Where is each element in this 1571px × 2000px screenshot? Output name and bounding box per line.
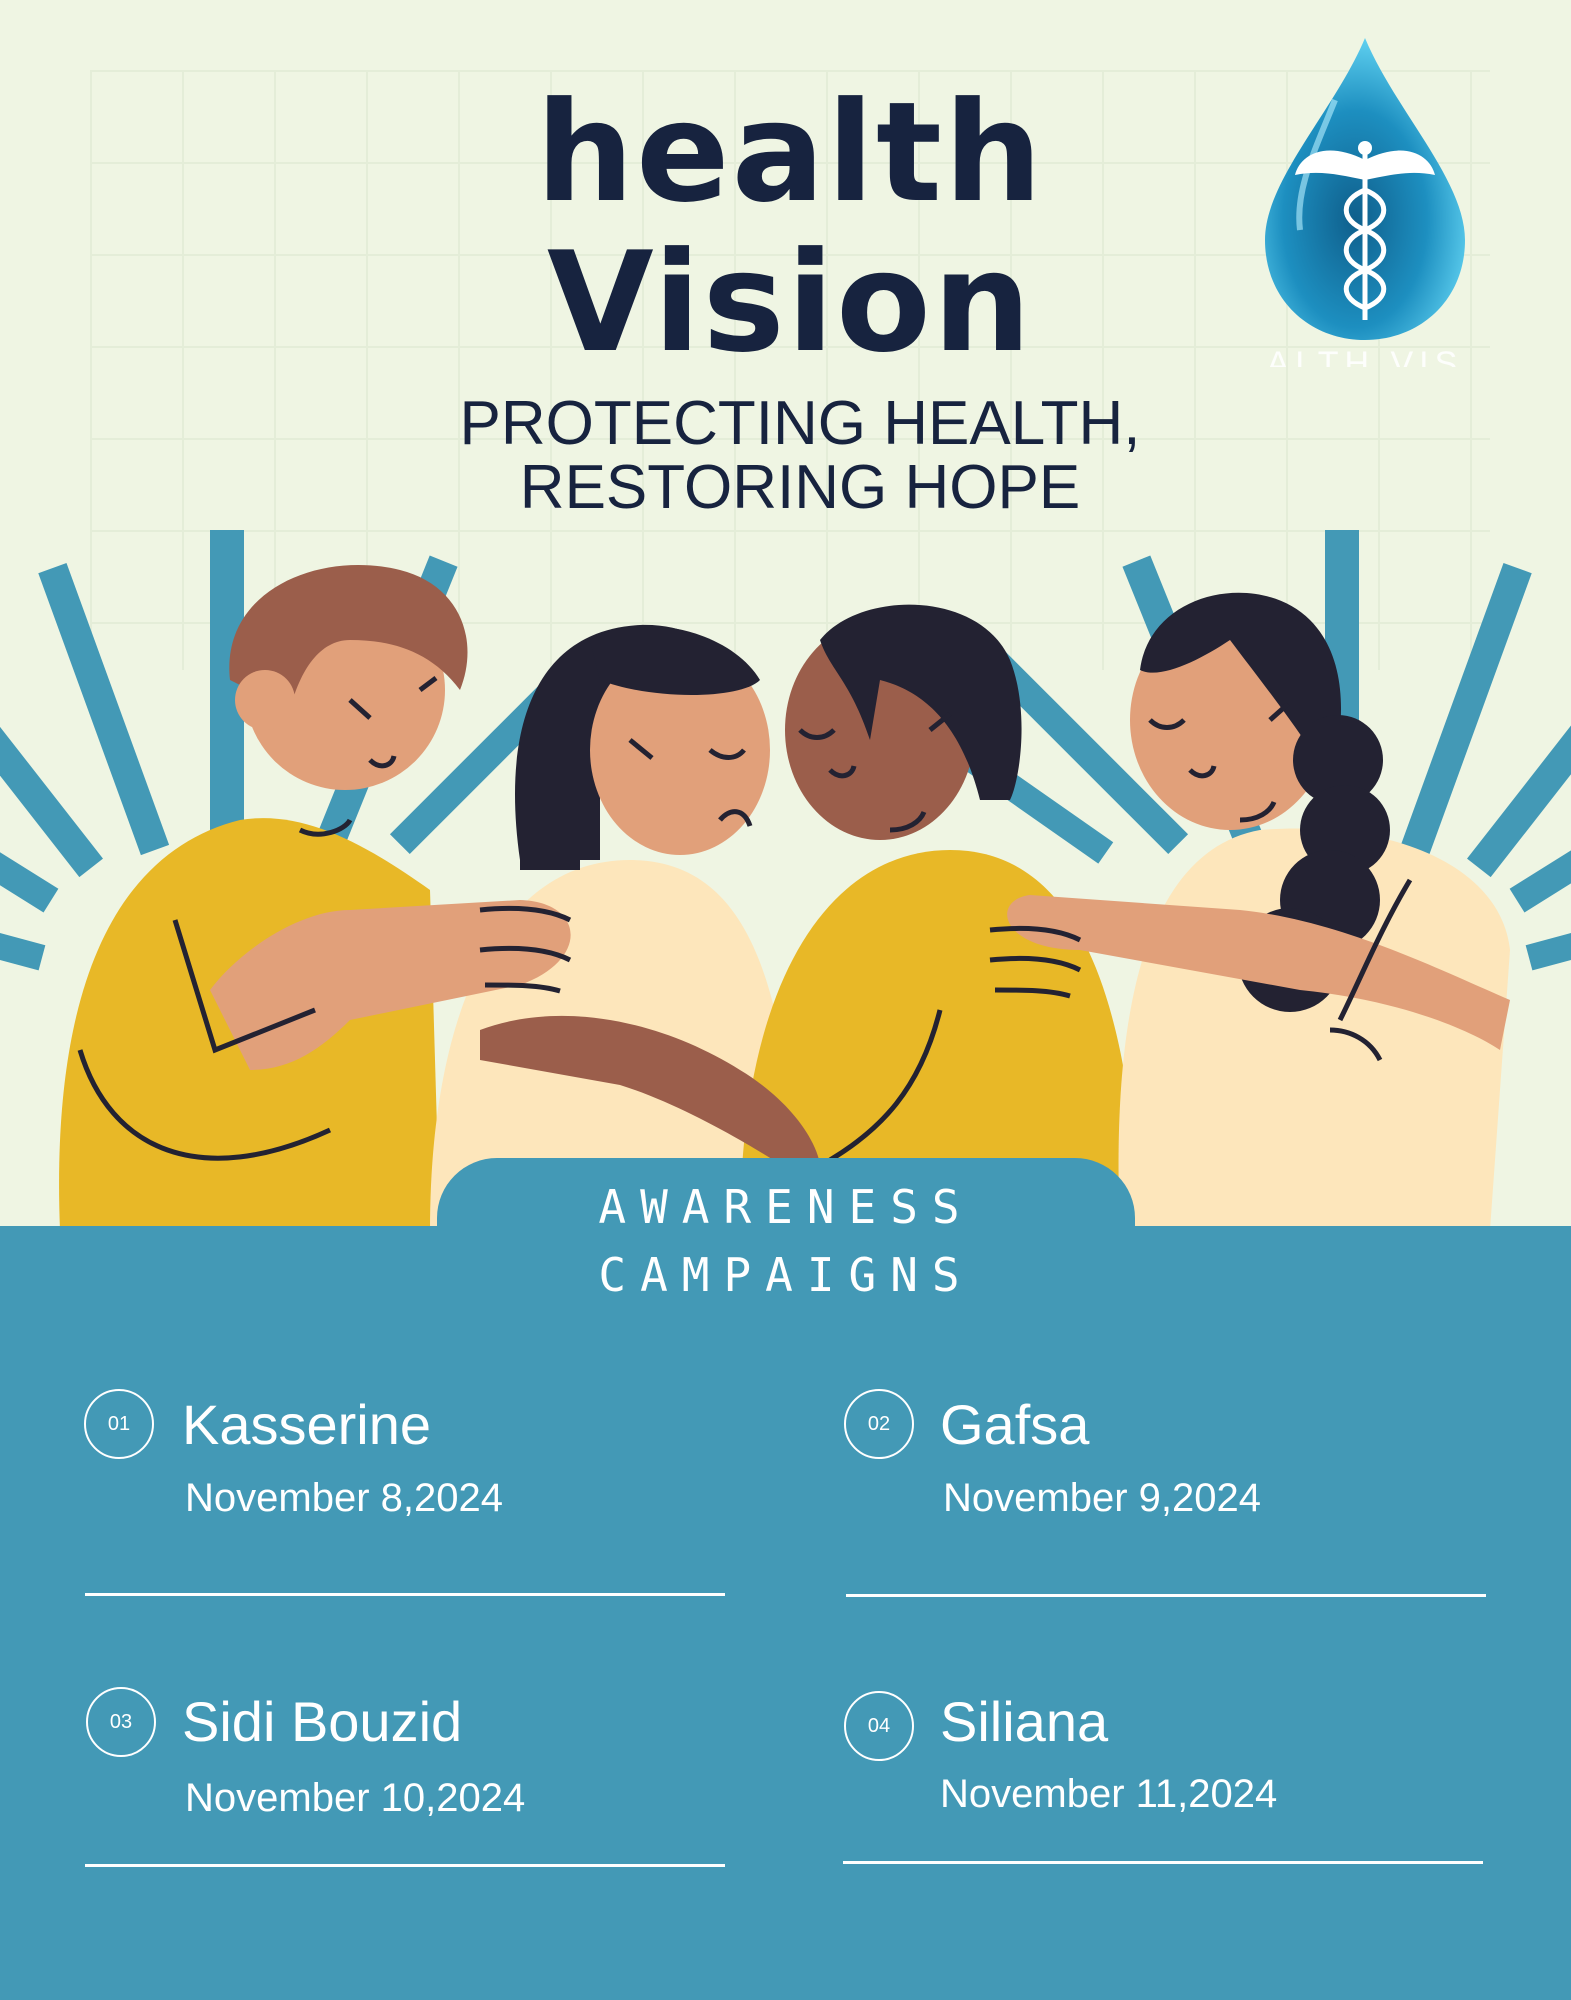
campaign-number-badge: 02	[844, 1389, 914, 1459]
campaign-number-badge: 03	[86, 1687, 156, 1757]
logo-text: ALTH VIS	[1266, 345, 1464, 367]
divider	[85, 1593, 725, 1596]
tagline-line-2: RESTORING HOPE	[519, 453, 1081, 522]
title-line-1: health	[535, 72, 1045, 233]
panel-title-line-2: CAMPAIGNS	[598, 1248, 974, 1302]
divider	[843, 1861, 1483, 1864]
campaign-date: November 8,2024	[185, 1476, 503, 1520]
campaign-date: November 10,2024	[185, 1776, 526, 1820]
campaign-date: November 11,2024	[940, 1772, 1278, 1816]
tagline-line-1: PROTECTING HEALTH,	[459, 389, 1141, 458]
panel-title-line-1: AWARENESS	[598, 1180, 974, 1234]
campaign-date: November 9,2024	[943, 1476, 1261, 1520]
campaign-number-badge: 01	[84, 1389, 154, 1459]
people-embracing-illustration	[0, 530, 1571, 1230]
caduceus-water-drop-icon	[1265, 38, 1465, 340]
tagline: PROTECTING HEALTH, RESTORING HOPE	[390, 392, 1210, 520]
divider	[85, 1864, 725, 1867]
divider	[846, 1594, 1486, 1597]
campaign-place: Siliana	[940, 1690, 1109, 1753]
campaign-number-badge: 04	[844, 1691, 914, 1761]
campaign-place: Sidi Bouzid	[182, 1690, 463, 1753]
title-line-2: Vision	[546, 222, 1034, 383]
campaigns-panel	[0, 1226, 1571, 2000]
campaign-place: Gafsa	[940, 1393, 1090, 1456]
campaign-place: Kasserine	[182, 1393, 432, 1456]
